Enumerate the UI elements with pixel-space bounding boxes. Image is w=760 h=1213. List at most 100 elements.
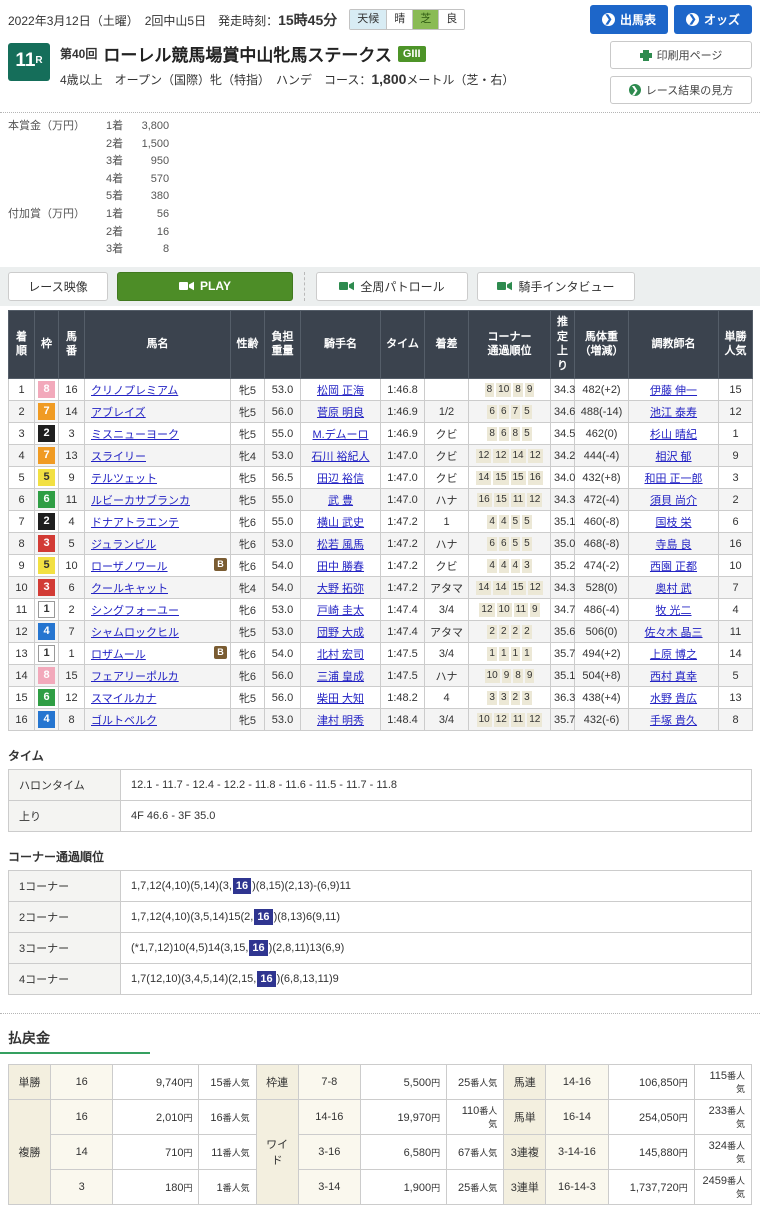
corner-label: 4コーナー	[8, 963, 121, 996]
result-cell-corner-order: 10 9 8 9	[468, 664, 551, 688]
page-title: ローレル競馬場賞中山牝馬ステークス	[103, 46, 392, 65]
jockey-link[interactable]: 松岡 正海	[317, 385, 364, 397]
horse-link[interactable]: シングフォーユー	[91, 605, 179, 617]
payout-ninki-suffix: 番人気	[726, 1106, 745, 1130]
horse-link[interactable]: クールキャット	[91, 583, 168, 595]
horse-link[interactable]: ロザムール	[91, 649, 146, 661]
trainer-link[interactable]: 伊藤 伸一	[650, 385, 697, 397]
trainer-link[interactable]: 佐々木 晶三	[644, 627, 702, 639]
result-cell-corner-order: 14 15 15 16	[468, 466, 551, 490]
trainer-link[interactable]: 寺島 良	[655, 539, 691, 551]
entry-table-button[interactable]: ❯ 出馬表	[589, 5, 668, 34]
trainer-link[interactable]: 国枝 栄	[655, 517, 691, 529]
trainer-link[interactable]: 杉山 晴紀	[650, 429, 697, 441]
race-video-button[interactable]: レース映像	[8, 271, 108, 301]
result-cell-carried-weight: 54.0	[264, 576, 301, 600]
jockey-link[interactable]: 北村 宏司	[317, 649, 364, 661]
added-prize-row: 付加賞（万円） 1着 56 2着 16 3着 8	[8, 206, 752, 259]
trainer-link[interactable]: 西村 真幸	[650, 671, 697, 683]
corner-order-row: 3コーナー (*1,7,12)10(4,5)14(3,15, 16)(2,8,11)…	[8, 932, 752, 965]
horse-link[interactable]: クリノプレミアム	[91, 385, 178, 397]
payout-amt-text: 180	[165, 1181, 184, 1194]
horse-link[interactable]: スマイルカナ	[91, 693, 156, 705]
jockey-link[interactable]: 松若 風馬	[317, 539, 364, 551]
horse-link[interactable]: スライリー	[91, 451, 146, 463]
horse-link[interactable]: ローザノワール	[91, 561, 168, 573]
trainer-link[interactable]: 上原 博之	[650, 649, 697, 661]
jockey-link[interactable]: 田辺 裕信	[317, 473, 364, 485]
payout-ninki-text: 25	[457, 1076, 471, 1089]
horse-link[interactable]: ミスニューヨーク	[91, 429, 179, 441]
horse-link[interactable]: ルビーカサブランカ	[91, 495, 190, 507]
jockey-link[interactable]: 団野 大成	[317, 627, 364, 639]
horse-link[interactable]: フェアリーポルカ	[91, 671, 179, 683]
result-cell-time: 1:47.2	[380, 576, 425, 600]
horse-link[interactable]: テルツェット	[91, 473, 157, 485]
jockey-link[interactable]: 田中 勝春	[317, 561, 364, 573]
payout-amt-suffix: 円	[678, 1147, 688, 1158]
horse-link[interactable]: ドナアトラエンテ	[91, 517, 179, 529]
play-button[interactable]: PLAY	[117, 271, 293, 301]
prize-pair: 3着 8	[92, 241, 169, 259]
print-page-button[interactable]: 印刷用ページ	[610, 41, 752, 69]
lap-time-value: 12.1 - 11.7 - 12.4 - 12.2 - 11.8 - 11.6 …	[120, 769, 752, 802]
highlighted-horse-number: 16	[249, 940, 268, 957]
payout-combo-text: 3-14	[318, 1181, 341, 1194]
trainer-link[interactable]: 相沢 郁	[655, 451, 691, 463]
corner-position-box: 5	[522, 514, 532, 529]
result-cell-odds-rank: 8	[718, 708, 753, 732]
highlighted-horse-number: 16	[232, 878, 252, 895]
horse-link[interactable]: ジュランビル	[91, 539, 156, 551]
payout-amt-text: 1,900	[403, 1181, 432, 1194]
corner-position-box: 8	[487, 426, 497, 441]
payout-cell-ninki: 67番人気	[446, 1134, 505, 1171]
payout-ninki-text: 324	[708, 1140, 727, 1153]
trainer-link[interactable]: 水野 貴広	[650, 693, 697, 705]
column-header-weight: 負担 重量	[264, 309, 301, 380]
payout-amt-suffix: 円	[678, 1077, 688, 1088]
odds-button[interactable]: ❯ オッズ	[673, 5, 752, 34]
trainer-link[interactable]: 須貝 尚介	[650, 495, 697, 507]
horse-link[interactable]: アブレイズ	[91, 407, 146, 419]
jockey-link[interactable]: 菅原 明良	[317, 407, 364, 419]
jockey-link[interactable]: 武 豊	[328, 495, 353, 507]
trainer-link[interactable]: 池江 泰寿	[650, 407, 697, 419]
result-cell-trainer: 寺島 良	[628, 532, 719, 556]
trainer-link[interactable]: 和田 正一郎	[644, 473, 702, 485]
jockey-link[interactable]: 大野 拓弥	[317, 583, 364, 595]
result-cell-horse-name: ルビーカサブランカ	[84, 488, 231, 512]
patrol-video-button[interactable]: 全周パトロール	[316, 271, 468, 301]
jockey-link[interactable]: 石川 裕紀人	[311, 451, 369, 463]
trainer-link[interactable]: 奥村 武	[655, 583, 691, 595]
jockey-link[interactable]: 津村 明秀	[317, 715, 364, 727]
horse-link[interactable]: シャムロックヒル	[91, 627, 179, 639]
result-cell-jockey: 松岡 正海	[300, 378, 381, 402]
payout-cell-label: 複勝	[7, 1099, 52, 1206]
result-cell-sex-age: 牝6	[230, 598, 265, 622]
result-cell-last3f: 34.3	[550, 488, 575, 512]
trainer-link[interactable]: 牧 光二	[655, 605, 691, 617]
jockey-interview-button[interactable]: 騎手インタビュー	[477, 271, 635, 301]
prize-pair: 4着 570	[92, 171, 169, 189]
trainer-link[interactable]: 西園 正都	[650, 561, 697, 573]
trainer-link[interactable]: 手塚 貴久	[650, 715, 697, 727]
payout-cell-amt: 19,970円	[359, 1099, 448, 1136]
result-cell-jockey: 三浦 皇成	[300, 664, 381, 688]
result-cell-horse-weight: 506(0)	[574, 620, 629, 644]
payout-cell-amt: 1,900円	[359, 1169, 448, 1206]
video-camera-icon	[179, 282, 195, 291]
arrow-circle-icon: ❯	[601, 13, 615, 26]
jockey-link[interactable]: 柴田 大知	[317, 693, 364, 705]
jockey-link[interactable]: M.デムーロ	[313, 429, 369, 441]
result-cell-last3f: 36.3	[550, 686, 575, 710]
jockey-link[interactable]: 三浦 皇成	[317, 671, 364, 683]
result-guide-button[interactable]: ❯ レース結果の見方	[610, 76, 752, 104]
corner-position-box: 16	[476, 492, 492, 507]
corner-position-box: 6	[498, 536, 509, 551]
result-cell-sex-age: 牝5	[230, 400, 265, 424]
result-cell-carried-weight: 54.0	[264, 642, 301, 666]
corner-position-box: 5	[510, 514, 521, 529]
jockey-link[interactable]: 横山 武史	[317, 517, 364, 529]
jockey-link[interactable]: 戸崎 圭太	[317, 605, 364, 617]
horse-link[interactable]: ゴルトベルク	[91, 715, 157, 727]
